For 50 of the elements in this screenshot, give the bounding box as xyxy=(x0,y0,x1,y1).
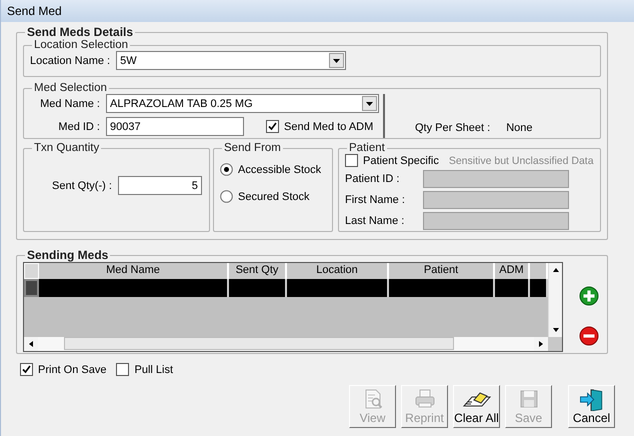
field-value: None xyxy=(506,122,532,134)
group-title: Med Selection xyxy=(33,82,108,94)
checkbox[interactable] xyxy=(116,363,130,376)
field-label: First Name : xyxy=(345,194,406,206)
column-header[interactable]: Patient xyxy=(389,263,495,279)
field-label: Sent Qty(-) : xyxy=(52,180,113,192)
group-title: Send From xyxy=(223,142,282,154)
location-dropdown[interactable]: 5W xyxy=(116,51,346,70)
select-all-cell[interactable] xyxy=(24,263,39,279)
printer-icon xyxy=(414,388,436,410)
group-title: Send Meds Details xyxy=(26,25,134,39)
minus-icon[interactable] xyxy=(579,326,599,346)
quantity-field[interactable]: 5 xyxy=(118,176,202,195)
grid-row[interactable] xyxy=(24,279,548,297)
horizontal-scrollbar[interactable] xyxy=(24,337,548,351)
med-name-dropdown[interactable]: ALPRAZOLAM TAB 0.25 MG xyxy=(106,94,379,113)
checkbox[interactable] xyxy=(345,154,358,167)
field-label: Med ID : xyxy=(57,120,101,132)
checkbox[interactable] xyxy=(266,120,279,133)
column-header[interactable]: Location xyxy=(287,263,389,279)
column-header[interactable]: Med Name xyxy=(39,263,229,279)
toolbar-button[interactable]: Cancel xyxy=(568,385,615,428)
field-label: Med Name : xyxy=(39,98,101,110)
med-id-field[interactable]: 90037 xyxy=(106,117,244,136)
field-label: Qty Per Sheet : xyxy=(415,122,490,134)
window-title: Send Med xyxy=(1,0,634,22)
group-title: Txn Quantity xyxy=(33,142,100,154)
group-title: Patient xyxy=(348,142,386,154)
radio-button[interactable] xyxy=(220,163,233,176)
column-header[interactable]: Sent Qty xyxy=(229,263,287,279)
group-title: Sending Meds xyxy=(26,248,110,262)
radio-button[interactable] xyxy=(220,190,233,203)
checkbox-label: Pull List xyxy=(134,364,174,376)
plus-icon[interactable] xyxy=(579,286,599,306)
field-label: Location Name : xyxy=(30,54,112,66)
radio-label: Secured Stock xyxy=(238,190,310,202)
scrollbar-corner xyxy=(548,337,562,351)
checkbox[interactable] xyxy=(20,363,33,376)
column-header xyxy=(530,263,548,279)
toolbar-button[interactable]: Clear All xyxy=(453,385,500,428)
field-label: Last Name : xyxy=(345,215,406,227)
vertical-scrollbar[interactable] xyxy=(548,263,562,337)
column-header[interactable]: ADM xyxy=(495,263,530,279)
group-title: Location Selection xyxy=(33,39,129,51)
classification-note: Sensitive but Unclassified Data xyxy=(448,154,594,166)
checkbox-label: Patient Specific xyxy=(363,154,439,166)
radio-label: Accessible Stock xyxy=(238,164,322,176)
checkbox-label: Send Med to ADM xyxy=(284,120,374,132)
checkbox-label: Print On Save xyxy=(38,364,106,376)
field-label: Patient ID : xyxy=(345,173,400,185)
